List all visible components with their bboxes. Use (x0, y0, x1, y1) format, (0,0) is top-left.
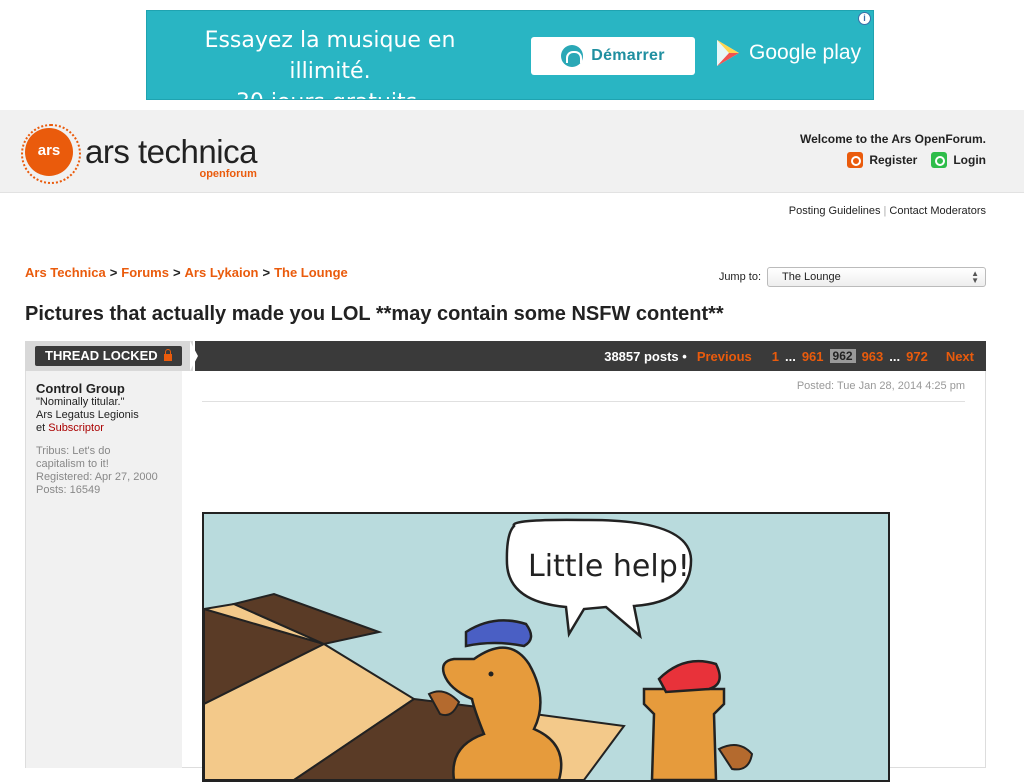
breadcrumb-the-lounge[interactable]: The Lounge (274, 265, 348, 280)
contact-moderators-link[interactable]: Contact Moderators (889, 205, 986, 217)
breadcrumb-forums[interactable]: Forums (121, 265, 169, 280)
post-count: 38857 posts • (604, 348, 687, 364)
jump-to-value: The Lounge (782, 271, 841, 283)
author-tribus-1: Tribus: Let's do (36, 445, 111, 457)
author-posts: Posts: 16549 (36, 484, 101, 496)
breadcrumb-ars-technica[interactable]: Ars Technica (25, 265, 106, 280)
register-icon (847, 152, 864, 168)
breadcrumb-ars-lykaion[interactable]: Ars Lykaion (185, 265, 259, 280)
google-play-icon (717, 40, 739, 66)
post-author-panel: Control Group "Nominally titular." Ars L… (26, 371, 182, 768)
breadcrumb: Ars Technica > Forums > Ars Lykaion > The Loun… (25, 265, 348, 280)
comic-illustration: Little help! (204, 518, 754, 780)
author-tribus-2: capitalism to it! (36, 458, 109, 470)
pager-ellipsis: ... (889, 348, 901, 364)
thread-status-area: THREAD LOCKED (25, 341, 195, 371)
logo-sub: openforum (199, 168, 257, 180)
next-page-link[interactable]: Next (946, 349, 974, 364)
current-page: 962 (829, 349, 856, 363)
ad-start-label: Démarrer (591, 47, 665, 64)
comic-image: Little help! (202, 512, 890, 782)
breadcrumb-separator: > (109, 265, 118, 280)
author-name[interactable]: Control Group (36, 381, 172, 396)
page-link-972[interactable]: 972 (906, 349, 928, 364)
page-link-961[interactable]: 961 (802, 349, 824, 364)
login-icon (931, 152, 948, 168)
ad-line-1: Essayez la musique en illimité. (204, 28, 456, 84)
posting-guidelines-link[interactable]: Posting Guidelines (789, 205, 881, 217)
author-title-2: Ars Legatus Legionis (36, 409, 139, 421)
previous-page-link[interactable]: Previous (697, 349, 752, 364)
google-play-label: Google play (749, 41, 862, 64)
author-title-3: et Subscriptor (36, 422, 172, 435)
ad-banner[interactable]: Essayez la musique en illimité. 30 jours… (146, 10, 874, 100)
ad-text: Essayez la musique en illimité. 30 jours… (165, 25, 495, 99)
breadcrumb-separator: > (262, 265, 271, 280)
post-timestamp: Posted: Tue Jan 28, 2014 4:25 pm (796, 380, 965, 392)
lock-icon (163, 348, 172, 361)
post-divider (202, 401, 965, 402)
bar-chevron (190, 341, 198, 371)
select-arrow-icon: ▲ ▼ (971, 269, 979, 285)
author-title-1: "Nominally titular." (36, 396, 125, 408)
link-separator: | (883, 205, 887, 217)
jump-to-select[interactable]: The Lounge ▲ ▼ (767, 267, 986, 287)
page-title: Pictures that actually made you LOL **ma… (25, 303, 724, 325)
bubble-text: Little help! (528, 549, 690, 584)
register-label: Register (869, 153, 918, 167)
author-meta: Tribus: Let's do capitalism to it! Regis… (36, 445, 172, 497)
breadcrumb-separator: > (172, 265, 181, 280)
google-play-badge[interactable]: Google play (715, 39, 861, 67)
login-link[interactable]: Login (931, 152, 986, 168)
author-title-3-prefix: et (36, 422, 49, 434)
ad-start-button[interactable]: Démarrer (531, 37, 695, 75)
thread-locked-label: THREAD LOCKED (45, 348, 158, 363)
headphones-icon (561, 45, 584, 67)
ad-line-2: 30 jours gratuits. (165, 87, 495, 99)
author-registered: Registered: Apr 27, 2000 (36, 471, 158, 483)
info-icon[interactable]: i (858, 12, 871, 25)
logo-name: ars technica (85, 133, 257, 170)
thread-locked-badge: THREAD LOCKED (35, 346, 182, 366)
site-logo[interactable]: ars ars technica openforum (21, 124, 257, 184)
post: Control Group "Nominally titular." Ars L… (25, 371, 986, 782)
thread-bar: THREAD LOCKED 38857 posts • Previous 1 .… (25, 341, 986, 371)
jump-to: Jump to: The Lounge ▲ ▼ (719, 267, 986, 287)
page-link-963[interactable]: 963 (862, 349, 884, 364)
account-links: Register Login (847, 152, 986, 168)
top-links: Posting Guidelines | Contact Moderators (789, 205, 986, 217)
welcome-text: Welcome to the Ars OpenForum. (799, 132, 986, 146)
login-label: Login (953, 153, 986, 167)
page-link-1[interactable]: 1 (772, 349, 779, 364)
jump-to-label: Jump to: (718, 271, 761, 283)
register-link[interactable]: Register (847, 152, 917, 168)
ars-logo-mark: ars (21, 124, 81, 184)
logo-wordmark: ars technica openforum (85, 133, 257, 180)
pager-ellipsis: ... (784, 348, 796, 364)
site-header: ars ars technica openforum Welcome to th… (0, 110, 1024, 193)
subscriptor-badge: Subscriptor (48, 422, 104, 434)
pagination: 38857 posts • Previous 1 ... 961 962 963… (604, 341, 974, 371)
